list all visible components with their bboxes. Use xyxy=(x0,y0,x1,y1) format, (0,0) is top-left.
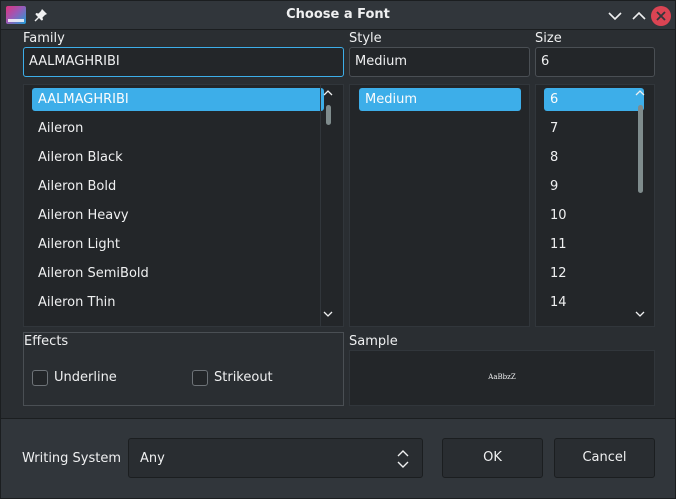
family-scrollbar[interactable] xyxy=(320,85,335,326)
list-item[interactable]: 8 xyxy=(544,146,629,169)
list-item[interactable]: 6 xyxy=(544,88,644,111)
effects-group: Effects Underline Strikeout xyxy=(23,332,344,406)
scroll-thumb[interactable] xyxy=(326,105,331,125)
sample-preview: AaBbzZ xyxy=(349,350,655,406)
sample-text: AaBbzZ xyxy=(488,373,516,381)
chevron-down-icon[interactable] xyxy=(634,309,646,319)
list-item[interactable]: Aileron Black xyxy=(32,146,324,169)
close-icon[interactable] xyxy=(651,6,671,26)
list-item[interactable]: Aileron xyxy=(32,117,324,140)
size-list[interactable]: 6 7 8 9 10 11 12 14 xyxy=(535,84,655,327)
list-item[interactable]: 14 xyxy=(544,291,629,314)
updown-arrows-icon xyxy=(397,450,409,468)
list-item[interactable]: AALMAGHRIBI xyxy=(32,88,324,111)
font-dialog-window: Choose a Font Family AALMAGHRIBI AALMAGH… xyxy=(0,0,676,499)
effects-label: Effects xyxy=(24,334,69,349)
style-list[interactable]: Medium xyxy=(349,84,530,327)
list-item[interactable]: Aileron Thin xyxy=(32,291,324,314)
size-label: Size xyxy=(535,31,562,46)
underline-checkbox[interactable] xyxy=(32,370,48,386)
scroll-thumb[interactable] xyxy=(638,105,643,193)
chevron-down-icon[interactable] xyxy=(322,309,334,319)
window-title: Choose a Font xyxy=(286,7,390,22)
size-scrollbar[interactable] xyxy=(633,85,648,326)
writing-system-value: Any xyxy=(140,451,165,466)
family-input[interactable]: AALMAGHRIBI xyxy=(23,47,344,77)
list-item[interactable]: 12 xyxy=(544,262,629,285)
strikeout-checkbox[interactable] xyxy=(192,370,208,386)
cancel-button[interactable]: Cancel xyxy=(554,438,655,478)
dialog-button-bar: Writing System Any OK Cancel xyxy=(1,418,675,498)
list-item[interactable]: 9 xyxy=(544,175,629,198)
list-item[interactable]: Aileron SemiBold xyxy=(32,262,324,285)
writing-system-label: Writing System xyxy=(22,451,122,466)
chevron-up-icon[interactable] xyxy=(322,88,334,98)
writing-system-select[interactable]: Any xyxy=(128,438,423,478)
strikeout-label[interactable]: Strikeout xyxy=(214,370,273,385)
style-label: Style xyxy=(349,31,382,46)
list-item[interactable]: Aileron Heavy xyxy=(32,204,324,227)
size-input[interactable]: 6 xyxy=(535,47,655,77)
style-input[interactable]: Medium xyxy=(349,47,530,77)
sample-label: Sample xyxy=(349,334,398,349)
chevron-up-icon[interactable] xyxy=(634,88,646,98)
family-list[interactable]: AALMAGHRIBI Aileron Aileron Black Ailero… xyxy=(23,84,344,327)
list-item[interactable]: 11 xyxy=(544,233,629,256)
pin-icon[interactable] xyxy=(33,7,49,23)
underline-label[interactable]: Underline xyxy=(54,370,117,385)
family-label: Family xyxy=(23,31,65,46)
list-item[interactable]: Aileron Bold xyxy=(32,175,324,198)
list-item[interactable]: 7 xyxy=(544,117,629,140)
font-app-icon xyxy=(6,6,26,24)
ok-button[interactable]: OK xyxy=(442,438,543,478)
title-bar[interactable]: Choose a Font xyxy=(1,1,675,30)
list-item[interactable]: Medium xyxy=(359,88,521,111)
chevron-up-icon[interactable] xyxy=(629,6,649,26)
chevron-down-icon[interactable] xyxy=(605,6,625,26)
list-item[interactable]: Aileron Light xyxy=(32,233,324,256)
list-item[interactable]: 10 xyxy=(544,204,629,227)
